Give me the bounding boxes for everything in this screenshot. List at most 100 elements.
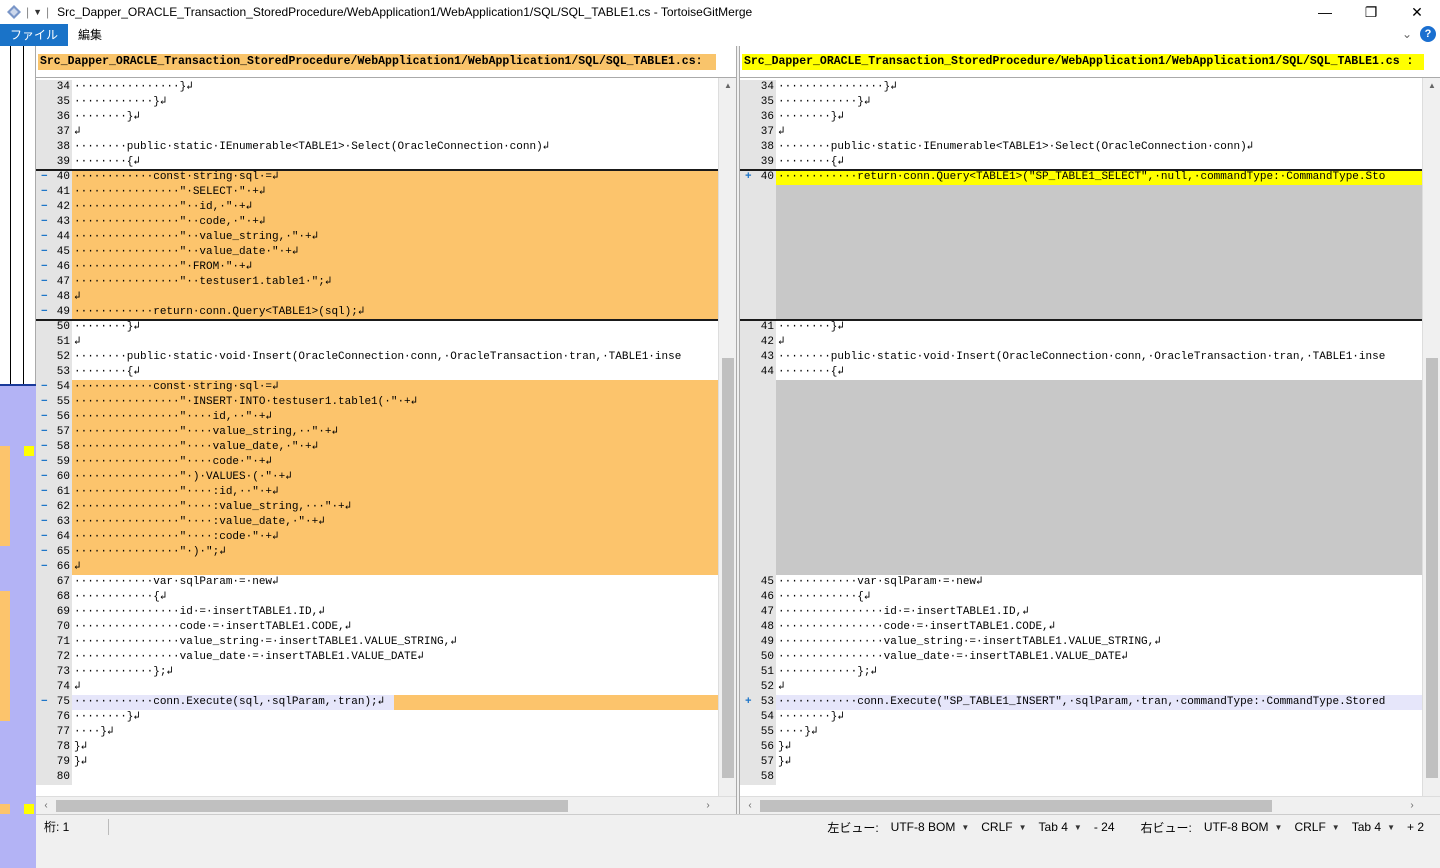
- quick-access-dropdown-icon[interactable]: ▼: [33, 7, 42, 17]
- code-line[interactable]: 35 ············}↲: [36, 95, 718, 110]
- code-line[interactable]: 41 ········}↲: [740, 320, 1422, 335]
- code-line[interactable]: 38 ········public·static·IEnumerable<TABL…: [36, 140, 718, 155]
- maximize-button[interactable]: ❐: [1348, 0, 1394, 24]
- code-line[interactable]: −63 ················"····:value_date,·"·+…: [36, 515, 718, 530]
- code-line[interactable]: 69 ················id·=·insertTABLE1.ID,↲: [36, 605, 718, 620]
- code-line[interactable]: [740, 275, 1422, 290]
- code-line[interactable]: [740, 530, 1422, 545]
- code-line[interactable]: 56}↲: [740, 740, 1422, 755]
- code-line[interactable]: 48 ················code·=·insertTABLE1.CO…: [740, 620, 1422, 635]
- code-line[interactable]: 37 ↲: [740, 125, 1422, 140]
- left-vscroll-thumb[interactable]: [722, 358, 734, 778]
- code-line[interactable]: −62 ················"····:value_string,··…: [36, 500, 718, 515]
- code-line[interactable]: +40 ············return·conn.Query<TABLE1>…: [740, 170, 1422, 185]
- code-line[interactable]: 35 ············}↲: [740, 95, 1422, 110]
- chevron-down-icon[interactable]: ⌄: [1402, 27, 1412, 41]
- code-line[interactable]: 77 ····}↲: [36, 725, 718, 740]
- code-line[interactable]: 78}↲: [36, 740, 718, 755]
- code-line[interactable]: −59 ················"····code·"·+↲: [36, 455, 718, 470]
- right-horizontal-scrollbar[interactable]: ‹ ›: [740, 796, 1440, 814]
- right-diff-pane[interactable]: Src_Dapper_ORACLE_Transaction_StoredProc…: [740, 46, 1440, 814]
- code-line[interactable]: 47 ················id·=·insertTABLE1.ID,↲: [740, 605, 1422, 620]
- right-vertical-scrollbar[interactable]: ▲: [1422, 78, 1440, 796]
- code-line[interactable]: [740, 515, 1422, 530]
- help-icon[interactable]: ?: [1420, 26, 1436, 42]
- code-line[interactable]: −56 ················"····id,··"·+↲: [36, 410, 718, 425]
- code-line[interactable]: [740, 545, 1422, 560]
- code-line[interactable]: 52 ↲: [740, 680, 1422, 695]
- code-line[interactable]: [740, 500, 1422, 515]
- code-line[interactable]: [740, 440, 1422, 455]
- code-line[interactable]: 74 ↲: [36, 680, 718, 695]
- scroll-right-arrow-icon[interactable]: ›: [1404, 797, 1420, 815]
- menu-edit[interactable]: 編集: [68, 24, 112, 46]
- code-line[interactable]: 80: [36, 770, 718, 785]
- code-line[interactable]: −46 ················"·FROM·"·+↲: [36, 260, 718, 275]
- scroll-left-arrow-icon[interactable]: ‹: [38, 797, 54, 815]
- code-line[interactable]: 34 ················}↲: [36, 80, 718, 95]
- code-line[interactable]: 36 ········}↲: [740, 110, 1422, 125]
- left-vertical-scrollbar[interactable]: ▲: [718, 78, 736, 796]
- code-line[interactable]: 73 ············};↲: [36, 665, 718, 680]
- code-line[interactable]: 51 ············};↲: [740, 665, 1422, 680]
- code-line[interactable]: 79}↲: [36, 755, 718, 770]
- code-line[interactable]: −55 ················"·INSERT·INTO·testuse…: [36, 395, 718, 410]
- code-line[interactable]: 46 ············{↲: [740, 590, 1422, 605]
- code-line[interactable]: [740, 395, 1422, 410]
- code-line[interactable]: 44 ········{↲: [740, 365, 1422, 380]
- code-line[interactable]: −61 ················"····:id,··"·+↲: [36, 485, 718, 500]
- code-line[interactable]: 70 ················code·=·insertTABLE1.CO…: [36, 620, 718, 635]
- code-line[interactable]: −57 ················"····value_string,··"…: [36, 425, 718, 440]
- code-line[interactable]: [740, 425, 1422, 440]
- code-line[interactable]: −41 ················"·SELECT·"·+↲: [36, 185, 718, 200]
- code-line[interactable]: [740, 455, 1422, 470]
- code-line[interactable]: 50 ········}↲: [36, 320, 718, 335]
- close-button[interactable]: ✕: [1394, 0, 1440, 24]
- code-line[interactable]: −44 ················"··value_string,·"·+↲: [36, 230, 718, 245]
- code-line[interactable]: [740, 470, 1422, 485]
- code-line[interactable]: [740, 245, 1422, 260]
- code-line[interactable]: [740, 290, 1422, 305]
- code-line[interactable]: −64 ················"····:code·"·+↲: [36, 530, 718, 545]
- right-tab-dropdown[interactable]: Tab 4 ▼: [1346, 820, 1401, 834]
- code-line[interactable]: −65 ················"·)·";↲: [36, 545, 718, 560]
- code-line[interactable]: 43 ········public·static·void·Insert(Orac…: [740, 350, 1422, 365]
- code-line[interactable]: [740, 305, 1422, 320]
- code-line[interactable]: −45 ················"··value_date·"·+↲: [36, 245, 718, 260]
- code-line[interactable]: [740, 215, 1422, 230]
- code-line[interactable]: 42 ↲: [740, 335, 1422, 350]
- code-line[interactable]: 36 ········}↲: [36, 110, 718, 125]
- code-line[interactable]: −49 ············return·conn.Query<TABLE1>…: [36, 305, 718, 320]
- code-line[interactable]: [740, 230, 1422, 245]
- left-encoding-dropdown[interactable]: UTF-8 BOM ▼: [885, 820, 976, 834]
- scroll-right-arrow-icon[interactable]: ›: [700, 797, 716, 815]
- code-line[interactable]: [740, 260, 1422, 275]
- code-line[interactable]: −75 ············conn.Execute(sql,·sqlPara…: [36, 695, 718, 710]
- code-line[interactable]: [740, 560, 1422, 575]
- right-hscroll-thumb[interactable]: [760, 800, 1272, 812]
- left-tab-dropdown[interactable]: Tab 4 ▼: [1033, 820, 1088, 834]
- code-line[interactable]: 72 ················value_date·=·insertTAB…: [36, 650, 718, 665]
- code-line[interactable]: −58 ················"····value_date,·"·+↲: [36, 440, 718, 455]
- code-line[interactable]: [740, 200, 1422, 215]
- code-line[interactable]: −66 ↲: [36, 560, 718, 575]
- right-code-area[interactable]: 34 ················}↲ 35 ············}↲ 36 ··…: [740, 78, 1422, 796]
- code-line[interactable]: 51 ↲: [36, 335, 718, 350]
- code-line[interactable]: +53 ············conn.Execute("SP_TABLE1_I…: [740, 695, 1422, 710]
- code-line[interactable]: 39 ········{↲: [740, 155, 1422, 170]
- code-line[interactable]: [740, 380, 1422, 395]
- code-line[interactable]: 37 ↲: [36, 125, 718, 140]
- code-line[interactable]: [740, 185, 1422, 200]
- code-line[interactable]: 39 ········{↲: [36, 155, 718, 170]
- code-line[interactable]: 38 ········public·static·IEnumerable<TABL…: [740, 140, 1422, 155]
- left-horizontal-scrollbar[interactable]: ‹ ›: [36, 796, 736, 814]
- code-line[interactable]: 34 ················}↲: [740, 80, 1422, 95]
- scroll-up-arrow-icon[interactable]: ▲: [719, 78, 737, 94]
- code-line[interactable]: −40 ············const·string·sql·=↲: [36, 170, 718, 185]
- code-line[interactable]: −43 ················"··code,·"·+↲: [36, 215, 718, 230]
- tortoisegitmerge-app-icon[interactable]: [6, 4, 22, 20]
- code-line[interactable]: −60 ················"·)·VALUES·(·"·+↲: [36, 470, 718, 485]
- left-hscroll-thumb[interactable]: [56, 800, 568, 812]
- code-line[interactable]: 45 ············var·sqlParam·=·new↲: [740, 575, 1422, 590]
- left-diff-pane[interactable]: Src_Dapper_ORACLE_Transaction_StoredProc…: [36, 46, 736, 814]
